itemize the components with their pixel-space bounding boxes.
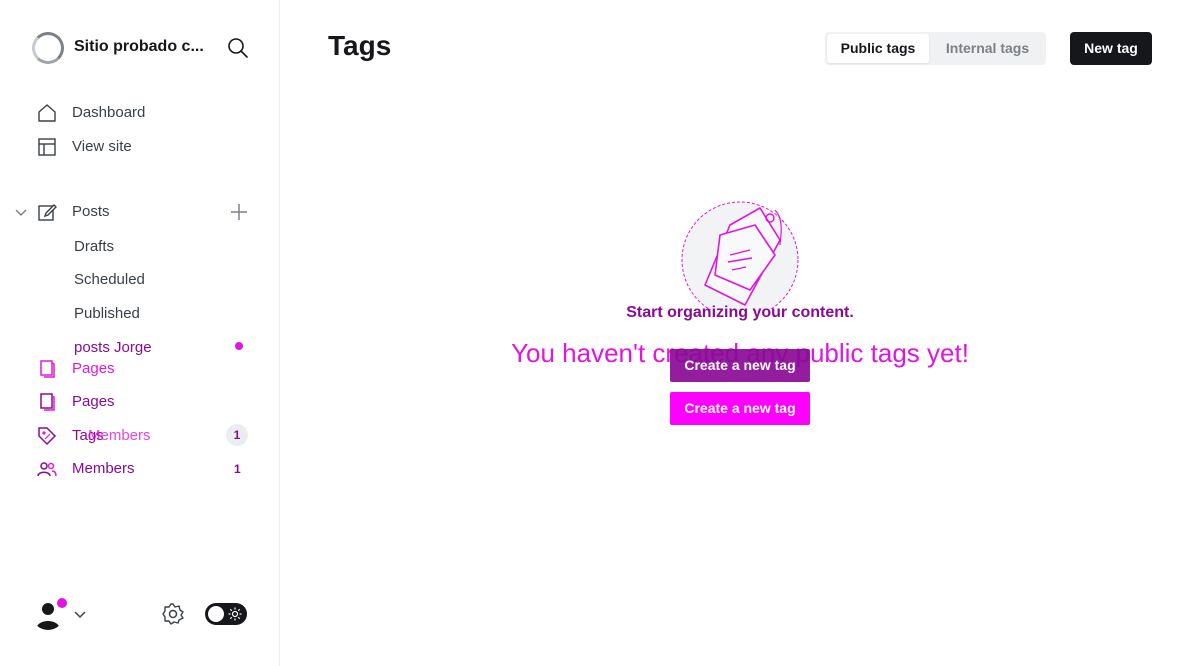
- toggle-knob: [208, 606, 224, 622]
- nav-view-site[interactable]: View site: [36, 135, 256, 159]
- unread-dot: [235, 342, 243, 350]
- site-logo[interactable]: [32, 32, 64, 64]
- layout-icon: [38, 138, 56, 156]
- create-new-tag-button-duplicate[interactable]: Create a new tag: [670, 392, 810, 425]
- members-icon: [37, 462, 57, 477]
- plus-icon[interactable]: [229, 202, 249, 222]
- site-header: Sitio probado c...: [32, 32, 252, 64]
- nav-tags[interactable]: Tags Members: [36, 424, 236, 448]
- nav-pages-duplicate[interactable]: Pages: [36, 390, 236, 414]
- nav-members-label: Members: [72, 460, 135, 477]
- nav-members[interactable]: Members: [36, 457, 236, 481]
- members-count: 1: [234, 462, 241, 476]
- nav-posts-label: Posts: [72, 203, 110, 220]
- nav-scheduled[interactable]: Scheduled: [74, 271, 145, 288]
- nav-members-overlap-label: Members: [88, 427, 151, 444]
- pencil-square-icon: [38, 204, 57, 221]
- notification-dot: [57, 598, 67, 608]
- nav-published[interactable]: Published: [74, 305, 140, 322]
- nav-drafts[interactable]: Drafts: [74, 238, 114, 255]
- tab-public-tags[interactable]: Public tags: [827, 34, 929, 63]
- theme-toggle[interactable]: [205, 603, 247, 625]
- nav-dashboard[interactable]: Dashboard: [36, 101, 256, 125]
- site-title[interactable]: Sitio probado c...: [74, 38, 204, 56]
- empty-state-title: Start organizing your content.: [626, 304, 854, 321]
- pages-icon: [40, 360, 55, 378]
- search-icon[interactable]: [227, 37, 249, 59]
- sun-icon: [228, 607, 242, 621]
- tag-icon: [38, 427, 57, 446]
- nav-dashboard-label: Dashboard: [72, 104, 146, 121]
- nav-pages[interactable]: Pages: [36, 357, 236, 381]
- tag-type-tabs: Public tags Internal tags: [825, 32, 1046, 65]
- gear-icon[interactable]: [161, 602, 185, 626]
- nav-view-site-label: View site: [72, 138, 132, 155]
- tags-illustration-icon: [681, 201, 799, 310]
- home-icon: [38, 104, 56, 122]
- new-tag-button[interactable]: New tag: [1070, 32, 1152, 65]
- pages-icon: [40, 393, 55, 411]
- page-title: Tags: [328, 30, 392, 61]
- nav-pages-label: Pages: [72, 393, 115, 410]
- nav-posts[interactable]: Posts: [36, 200, 216, 224]
- tab-internal-tags[interactable]: Internal tags: [931, 34, 1044, 63]
- sidebar: Sitio probado c... Dashboard View site P…: [0, 0, 280, 666]
- nav-posts-jorge[interactable]: posts Jorge: [74, 339, 152, 356]
- members-count-badge: 1: [226, 424, 248, 446]
- create-new-tag-button[interactable]: Create a new tag: [670, 349, 810, 382]
- chevron-down-icon[interactable]: [14, 205, 28, 219]
- main-content: Tags Public tags Internal tags New tag S…: [280, 0, 1200, 666]
- nav-pages-label: Pages: [72, 360, 115, 377]
- chevron-down-icon[interactable]: [72, 606, 88, 622]
